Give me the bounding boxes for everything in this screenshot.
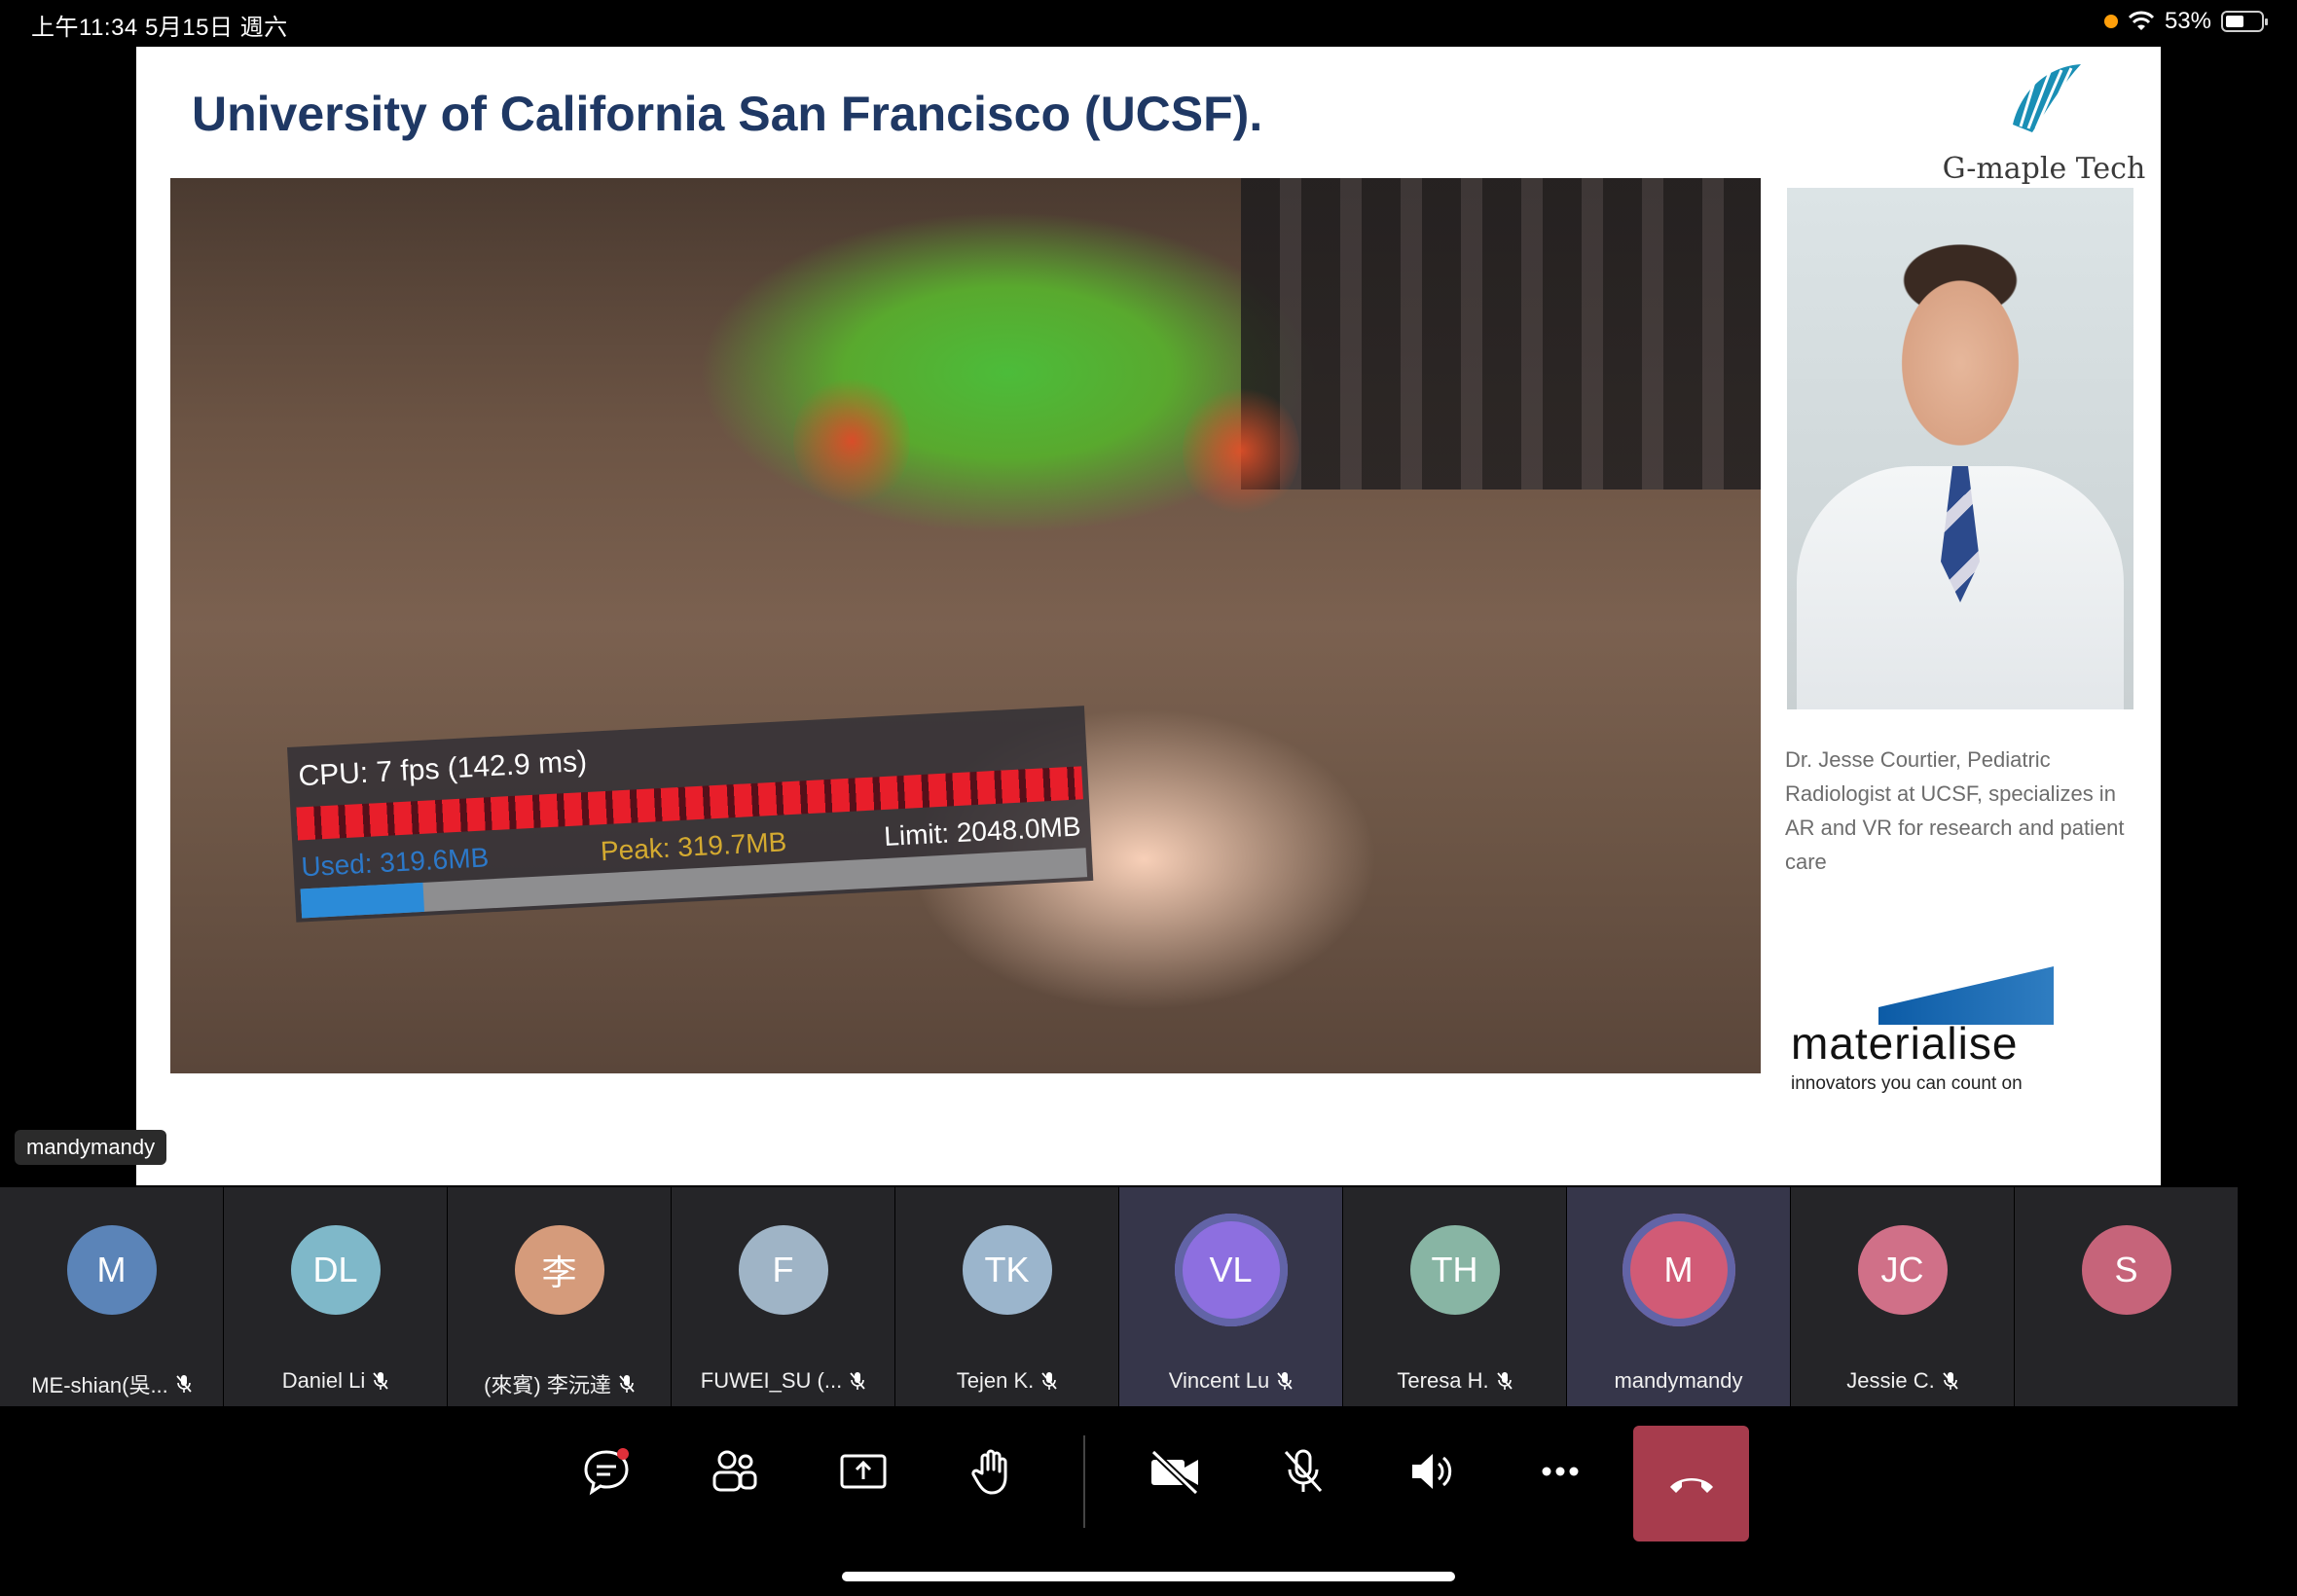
heatmap-blob xyxy=(1183,382,1299,519)
mic-toggle-button[interactable] xyxy=(1269,1437,1337,1505)
doctor-portrait xyxy=(1787,188,2133,709)
gmaple-leaf-icon xyxy=(2013,64,2081,132)
mic-muted-icon xyxy=(373,1372,388,1390)
hang-up-button[interactable] xyxy=(1633,1426,1749,1542)
participant-tile[interactable]: JC Jessie C. xyxy=(1791,1187,2014,1406)
recording-dot-icon xyxy=(2103,15,2118,28)
auditorium-chairs xyxy=(1241,178,1761,490)
cpu-readout: CPU: 7 fps (142.9 ms) xyxy=(297,744,588,793)
participant-tile[interactable]: M ME-shian(吳... xyxy=(0,1187,223,1406)
avatar: F xyxy=(738,1225,828,1315)
participant-name-text: Tejen K. xyxy=(956,1368,1035,1393)
avatar: VL xyxy=(1174,1214,1288,1326)
participant-tile[interactable]: VL Vincent Lu xyxy=(1119,1187,1342,1406)
participant-tile[interactable]: DL Daniel Li xyxy=(224,1187,447,1406)
memory-bar-fill xyxy=(300,882,425,919)
wifi-icon xyxy=(2128,11,2155,30)
portrait-caption: Dr. Jesse Courtier, Pediatric Radiologis… xyxy=(1785,747,2125,874)
battery-percent: 53% xyxy=(2164,8,2211,34)
memory-limit: Limit: 2048.0MB xyxy=(883,811,1082,852)
avatar: 李 xyxy=(514,1225,604,1315)
ar-video-frame: CPU: 7 fps (142.9 ms) Used: 319.6MB Peak… xyxy=(170,178,1761,1073)
participant-name: Teresa H. xyxy=(1349,1368,1560,1394)
chat-button[interactable] xyxy=(572,1437,640,1505)
heatmap-blob xyxy=(793,373,910,509)
participant-tile[interactable]: 李 (來賓) 李沅達 xyxy=(448,1187,671,1406)
mic-off-icon xyxy=(1284,1449,1323,1493)
slide-title: University of California San Francisco (… xyxy=(192,87,1263,141)
gmaple-name: G-maple Tech xyxy=(1942,152,2146,186)
avatar: M xyxy=(66,1225,157,1315)
share-screen-button[interactable] xyxy=(829,1437,897,1505)
participant-name: Vincent Lu xyxy=(1125,1368,1336,1394)
participant-name-text: Vincent Lu xyxy=(1168,1368,1270,1393)
raise-hand-icon xyxy=(971,1449,1007,1495)
participant-name-text: mandymandy xyxy=(1614,1368,1743,1393)
raise-hand-button[interactable] xyxy=(958,1437,1026,1505)
speaker-button[interactable] xyxy=(1398,1437,1466,1505)
chat-icon xyxy=(584,1448,629,1496)
people-button[interactable] xyxy=(701,1437,769,1505)
performance-overlay: CPU: 7 fps (142.9 ms) Used: 319.6MB Peak… xyxy=(287,706,1094,923)
participant-tile[interactable]: S xyxy=(2015,1187,2238,1406)
status-right: 53% xyxy=(2103,8,2268,35)
participant-name-text: Daniel Li xyxy=(281,1368,366,1393)
mic-muted-icon xyxy=(1496,1372,1513,1390)
materialise-logo: materialise innovators you can count on xyxy=(1791,966,2083,1142)
participant-name: Daniel Li xyxy=(230,1368,441,1394)
participant-tile[interactable]: Mmandymandy xyxy=(1567,1187,1790,1406)
participant-name-text: (來賓) 李沅達 xyxy=(484,1373,611,1397)
mic-muted-icon xyxy=(850,1372,865,1390)
participant-roster[interactable]: M ME-shian(吳... DL Daniel Li 李 (來賓) 李沅達 F FUWEI… xyxy=(0,1187,2297,1406)
mic-muted-icon xyxy=(1041,1372,1057,1390)
participant-name-text: Teresa H. xyxy=(1397,1368,1489,1393)
materialise-ramp-icon xyxy=(1878,966,2054,1025)
status-time: 上午11:34 5月15日 週六 xyxy=(31,15,288,41)
participant-name: (來賓) 李沅達 xyxy=(454,1368,665,1399)
battery-icon xyxy=(2221,11,2268,32)
participant-name-text: Jessie C. xyxy=(1846,1368,1935,1393)
avatar: JC xyxy=(1857,1225,1948,1315)
participant-name-text: ME-shian(吳... xyxy=(31,1373,168,1397)
avatar: S xyxy=(2081,1225,2171,1315)
toolbar-divider xyxy=(1083,1435,1085,1528)
status-bar: 上午11:34 5月15日 週六 53% xyxy=(0,0,2297,47)
participant-name: Tejen K. xyxy=(901,1368,1112,1394)
more-button[interactable] xyxy=(1526,1437,1594,1505)
avatar: M xyxy=(1622,1214,1735,1326)
speaker-icon xyxy=(1412,1454,1452,1489)
avatar: TK xyxy=(962,1225,1052,1315)
participant-name: Jessie C. xyxy=(1797,1368,2008,1394)
shared-screen: University of California San Francisco (… xyxy=(136,47,2161,1185)
avatar: DL xyxy=(290,1225,381,1315)
participant-name: FUWEI_SU (... xyxy=(677,1368,889,1394)
call-toolbar xyxy=(0,1406,2297,1596)
people-icon xyxy=(712,1450,757,1492)
participant-name-text: FUWEI_SU (... xyxy=(700,1368,843,1393)
materialise-tagline: innovators you can count on xyxy=(1791,1073,2023,1094)
participant-tile[interactable]: F FUWEI_SU (... xyxy=(672,1187,894,1406)
more-icon xyxy=(1542,1467,1579,1476)
camera-off-icon xyxy=(1150,1449,1199,1496)
participant-tile[interactable]: TK Tejen K. xyxy=(895,1187,1118,1406)
gmaple-logo: G-maple Tech xyxy=(1937,56,2151,186)
materialise-word: materialise xyxy=(1791,1018,2019,1069)
participant-tile[interactable]: TH Teresa H. xyxy=(1343,1187,1566,1406)
mic-muted-icon xyxy=(1943,1372,1958,1390)
camera-toggle-button[interactable] xyxy=(1141,1437,1209,1505)
participant-name: mandymandy xyxy=(1573,1368,1784,1394)
mic-muted-icon xyxy=(619,1375,635,1393)
presenter-name-tag: mandymandy xyxy=(15,1130,167,1165)
avatar: TH xyxy=(1409,1225,1500,1315)
home-indicator[interactable] xyxy=(842,1572,1455,1581)
memory-peak: Peak: 319.7MB xyxy=(600,826,788,867)
share-screen-icon xyxy=(840,1454,887,1489)
phone-hangup-icon xyxy=(1669,1477,1713,1493)
participant-name: ME-shian(吳... xyxy=(6,1368,217,1399)
memory-used: Used: 319.6MB xyxy=(300,842,490,883)
mic-muted-icon xyxy=(176,1375,192,1393)
mic-muted-icon xyxy=(1277,1372,1293,1390)
